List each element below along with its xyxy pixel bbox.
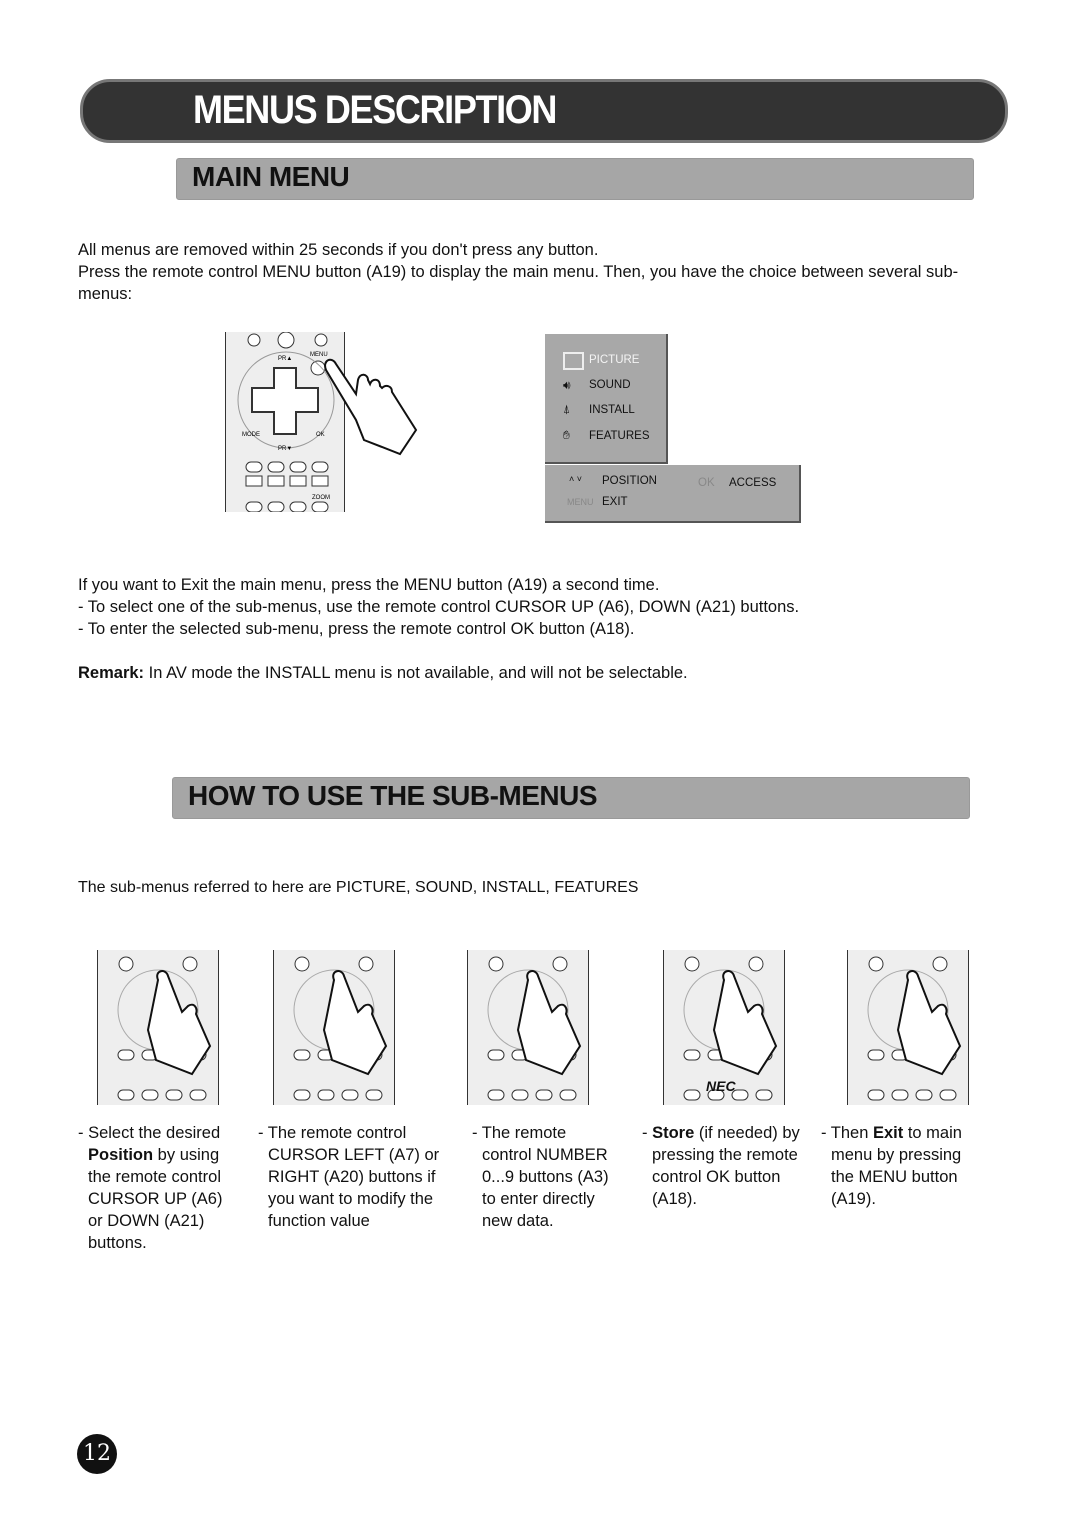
step-5: - Then Exit to main menu by pressing the… [821,1124,962,1208]
section-header-main-menu: MAIN MENU [176,158,974,200]
step-remote-illustration [273,950,395,1105]
remark-text: In AV mode the INSTALL menu is not avail… [144,664,688,682]
step-4: - Store (if needed) by pressing the remo… [642,1124,800,1208]
tv-icon [563,352,584,370]
instructions: If you want to Exit the main menu, press… [78,574,978,684]
osd-item-picture[interactable]: PICTURE [589,354,639,366]
step-1: - Select the desired Position by using t… [78,1124,223,1252]
section-title: HOW TO USE THE SUB-MENUS [188,780,598,811]
osd-item-install[interactable]: INSTALL [589,404,635,416]
intro-paragraph: All menus are removed within 25 seconds … [78,239,978,305]
step-remote-illustration [847,950,969,1105]
ok-key-label: OK [698,477,715,489]
section-header-sub-menus: HOW TO USE THE SUB-MENUS [172,777,970,819]
instruction-line: - To select one of the sub-menus, use th… [78,598,800,616]
up-down-arrows-icon: ˄ ˅ [569,474,583,484]
page-number: 12 [77,1434,117,1474]
pointing-hand-icon [322,970,388,1076]
remark-label: Remark: [78,664,145,682]
pointing-hand-icon [896,970,962,1076]
pointing-hand-icon [712,970,778,1076]
antenna-icon: ⍋ [563,402,571,416]
mode-label: MODE [242,432,260,438]
step-remote-illustration [97,950,219,1105]
pointing-hand-icon [146,970,212,1076]
nec-logo: NEC [706,1078,736,1094]
remark: Remark: In AV mode the INSTALL menu is n… [78,662,978,684]
step-3: - The remote control NUMBER 0...9 button… [472,1124,609,1230]
osd-main-menu: PICTURE 🔊︎ SOUND ⍋ INSTALL ✋︎ FEATURES [545,334,668,464]
instruction-line: If you want to Exit the main menu, press… [78,576,660,594]
instruction-line: - To enter the selected sub-menu, press … [78,620,635,638]
pointing-hand-icon [324,358,418,456]
step-2: - The remote control CURSOR LEFT (A7) or… [258,1124,440,1230]
step-remote-illustration [467,950,589,1105]
menu-key-label: MENU [567,497,594,507]
page-title: MENUS DESCRIPTION [193,88,557,132]
hand-remote-icon: ✋︎ [563,428,570,442]
section-title: MAIN MENU [192,161,350,192]
sub-menus-intro: The sub-menus referred to here are PICTU… [78,879,639,896]
pr-down-label: PR▼ [278,446,292,452]
osd-item-features[interactable]: FEATURES [589,430,650,442]
pr-up-label: PR▲ [278,356,292,362]
pointing-hand-icon [516,970,582,1076]
exit-label: EXIT [602,496,628,508]
intro-line: All menus are removed within 25 seconds … [78,241,599,259]
intro-line: Press the remote control MENU button (A1… [78,263,959,303]
position-label: POSITION [602,475,657,487]
access-label: ACCESS [729,477,777,489]
speaker-icon: 🔊︎ [563,378,571,392]
osd-item-sound[interactable]: SOUND [589,379,631,391]
osd-menu-footer: ˄ ˅ POSITION OK ACCESS MENU EXIT [545,465,801,523]
page-title-bar: MENUS DESCRIPTION [80,79,1008,143]
zoom-label: ZOOM [312,495,330,501]
